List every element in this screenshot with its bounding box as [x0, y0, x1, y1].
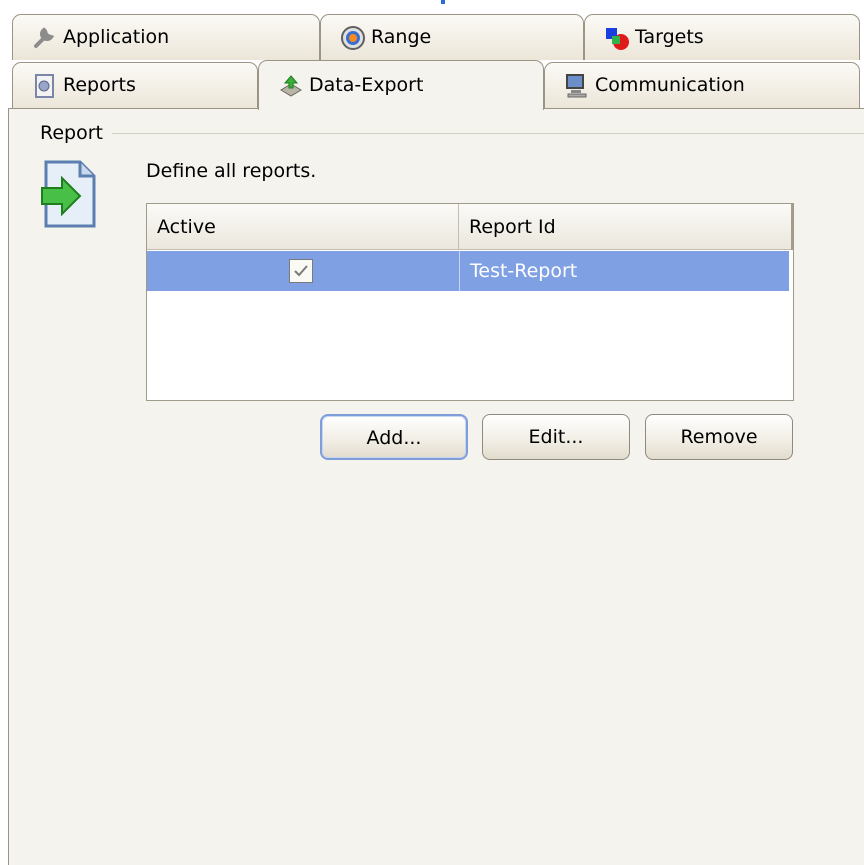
- report-id-cell[interactable]: Test-Report: [459, 251, 789, 291]
- edit-button[interactable]: Edit...: [482, 414, 630, 460]
- tab-application[interactable]: Application: [12, 14, 320, 60]
- report-export-icon: [41, 160, 96, 228]
- description-text: Define all reports.: [146, 160, 317, 182]
- tab-targets[interactable]: Targets: [584, 14, 860, 60]
- computer-icon: [566, 73, 587, 97]
- report-gear-icon: [35, 73, 54, 98]
- checkmark-icon: [294, 265, 308, 277]
- column-header-report-id[interactable]: Report Id: [459, 204, 793, 250]
- tab-reports[interactable]: Reports: [12, 62, 258, 108]
- title-marker: [441, 0, 445, 4]
- add-button[interactable]: Add...: [320, 414, 468, 460]
- tab-communication-label: Communication: [595, 74, 745, 96]
- table-header: Active Report Id: [147, 204, 793, 250]
- shapes-icon: [606, 27, 629, 50]
- tab-targets-label: Targets: [635, 26, 704, 48]
- tab-communication[interactable]: Communication: [544, 62, 860, 108]
- reports-table: Active Report Id Test-Report: [146, 203, 794, 401]
- tab-range[interactable]: Range: [320, 14, 584, 60]
- column-header-active[interactable]: Active: [147, 204, 459, 250]
- window-top-strip: [0, 0, 864, 14]
- tab-reports-label: Reports: [63, 74, 136, 96]
- table-row[interactable]: Test-Report: [147, 251, 789, 291]
- active-checkbox[interactable]: [289, 259, 313, 283]
- data-export-icon: [280, 74, 302, 97]
- tab-data-export-label: Data-Export: [309, 74, 424, 96]
- target-icon: [341, 25, 365, 50]
- tab-data-export[interactable]: Data-Export: [258, 60, 544, 110]
- group-divider: [112, 133, 864, 134]
- wrench-icon: [34, 26, 55, 48]
- remove-button[interactable]: Remove: [645, 414, 793, 460]
- tab-range-label: Range: [371, 26, 432, 48]
- group-label-report: Report: [40, 122, 107, 144]
- tab-application-label: Application: [63, 26, 170, 48]
